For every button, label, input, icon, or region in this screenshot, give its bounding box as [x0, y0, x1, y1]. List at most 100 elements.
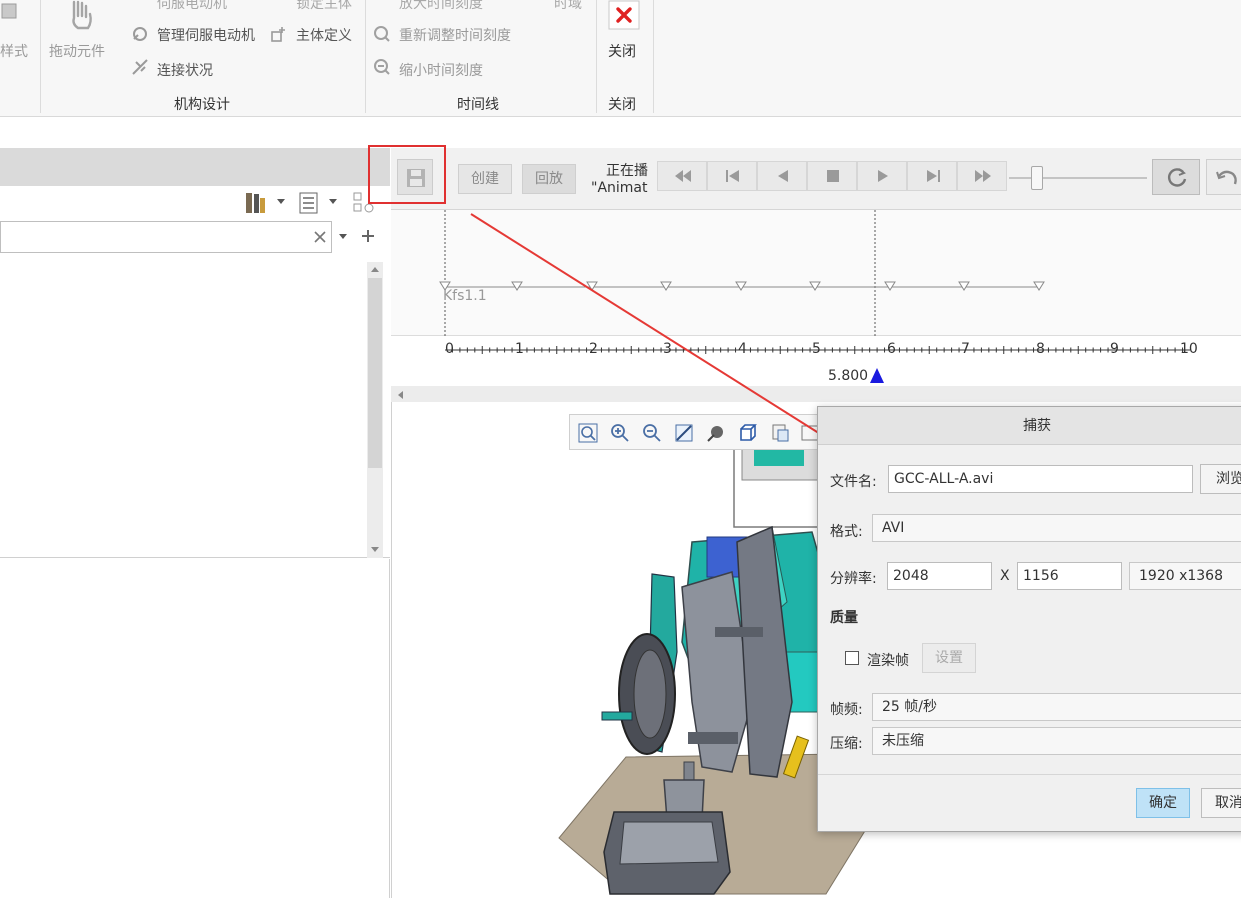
scroll-left-icon[interactable]	[396, 390, 404, 400]
compression-label: 压缩:	[830, 736, 863, 752]
zoom-in-icon[interactable]	[610, 423, 630, 443]
add-icon[interactable]	[360, 228, 376, 244]
scrollbar-thumb[interactable]	[368, 278, 382, 468]
step-start-button[interactable]	[707, 161, 757, 191]
step-start-icon	[726, 170, 739, 182]
body-definition-button[interactable]: 主体定义	[270, 24, 365, 46]
style-button[interactable]: 样式	[0, 0, 40, 90]
zoom-in-time-button[interactable]: 放大时间刻度	[373, 0, 513, 11]
tree-settings-icon[interactable]	[244, 191, 268, 215]
clear-icon[interactable]	[313, 230, 327, 244]
model-tree-search-input[interactable]	[0, 221, 332, 253]
status-line-1: 正在播	[606, 163, 648, 179]
style-label: 样式	[0, 44, 28, 60]
compression-select[interactable]: 未压缩	[872, 727, 1241, 755]
create-button[interactable]: 创建	[458, 164, 512, 194]
close-button[interactable]: 关闭	[603, 0, 645, 64]
style-icon	[1, 3, 17, 19]
ribbon: 样式 拖动元件 伺服电动机 管理伺服电动机 连接状况 锁定主体 主体定义 机构设…	[0, 0, 1241, 117]
ruler-label-9: 9	[1110, 341, 1119, 357]
close-icon	[608, 0, 640, 30]
chevron-down-icon[interactable]	[338, 233, 348, 241]
ruler-label-2: 2	[589, 341, 598, 357]
reverse-direction-button[interactable]	[1206, 159, 1241, 195]
connection-status-button[interactable]: 连接状况	[131, 57, 231, 79]
view-manager-icon[interactable]	[770, 423, 790, 443]
time-marker-icon[interactable]	[869, 367, 885, 385]
browse-button[interactable]: 浏览	[1200, 464, 1241, 494]
resolution-preset-select[interactable]: 1920 x1368	[1129, 562, 1241, 590]
manage-servo-motor-button[interactable]: 管理伺服电动机	[131, 24, 266, 46]
status-line-2: "Animat	[591, 180, 648, 196]
resolution-label: 分辨率:	[830, 571, 877, 587]
stop-icon	[827, 170, 839, 182]
animation-toolbar: 创建 回放 正在播 "Animat	[391, 148, 1241, 210]
connection-status-icon	[132, 59, 148, 75]
zoom-out-time-button[interactable]: 缩小时间刻度	[373, 57, 493, 79]
model-tree-header	[0, 148, 390, 186]
manage-servo-motor-label: 管理伺服电动机	[157, 28, 255, 44]
settings-button[interactable]: 设置	[922, 643, 976, 673]
timeline-group-label: 时间线	[457, 97, 499, 113]
step-end-button[interactable]	[907, 161, 957, 191]
fps-label: 帧频:	[830, 702, 863, 718]
readjust-time-button[interactable]: 重新调整时间刻度	[373, 24, 523, 46]
ruler-label-10: 10	[1180, 341, 1198, 357]
format-select[interactable]: AVI	[872, 514, 1241, 542]
readjust-time-label: 重新调整时间刻度	[399, 28, 511, 44]
saved-orientations-icon[interactable]	[738, 423, 758, 443]
filename-input[interactable]: GCC-ALL-A.avi	[888, 465, 1193, 493]
fps-select[interactable]: 25 帧/秒	[872, 693, 1241, 721]
render-frames-label: 渲染帧	[867, 653, 909, 669]
keyframe-sequence-label[interactable]: Kfs1.1	[443, 288, 487, 304]
chevron-down-icon[interactable]	[328, 198, 338, 206]
zoom-out-icon[interactable]	[642, 423, 662, 443]
rewind-button[interactable]	[657, 161, 707, 191]
group-separator	[365, 0, 366, 113]
show-list-icon[interactable]	[298, 191, 320, 215]
playback-button[interactable]: 回放	[522, 164, 576, 194]
fast-forward-button[interactable]	[957, 161, 1007, 191]
undo-icon	[1216, 170, 1237, 185]
close-group-label: 关闭	[608, 97, 636, 113]
drag-components-button[interactable]: 拖动元件	[44, 0, 116, 90]
scroll-down-icon[interactable]	[370, 546, 380, 554]
lock-body-button[interactable]: 锁定主体	[270, 0, 365, 11]
scroll-up-icon[interactable]	[370, 265, 380, 273]
drag-components-label: 拖动元件	[49, 44, 105, 60]
dialog-title: 捕获	[818, 407, 1241, 445]
readjust-time-icon	[374, 26, 390, 42]
timeline-track[interactable]: Kfs1.1	[391, 210, 1241, 336]
timeline-graph	[439, 210, 1045, 336]
model-tree-scrollbar[interactable]	[367, 262, 383, 558]
chevron-down-icon[interactable]	[276, 198, 286, 206]
width-input[interactable]: 2048	[887, 562, 992, 590]
stop-button[interactable]	[807, 161, 857, 191]
display-style-icon[interactable]	[706, 423, 726, 443]
ok-button[interactable]: 确定	[1136, 788, 1190, 818]
mechanism-design-group-label: 机构设计	[174, 97, 230, 113]
render-frames-checkbox[interactable]	[845, 651, 859, 665]
repeat-button[interactable]	[1152, 159, 1200, 195]
refit-icon[interactable]	[578, 423, 598, 443]
cancel-button[interactable]: 取消	[1201, 788, 1241, 818]
timeline-scrollbar[interactable]	[391, 386, 1241, 402]
play-reverse-icon	[778, 170, 788, 182]
height-input[interactable]: 1156	[1017, 562, 1122, 590]
time-ruler[interactable]: 0 1 2 3 4 5 6 7 8 9 10 5.800	[391, 336, 1241, 386]
model-tree-list[interactable]	[0, 256, 390, 558]
ruler-label-6: 6	[887, 341, 896, 357]
group-separator	[596, 0, 597, 113]
time-domain-button[interactable]: 时域	[528, 0, 588, 11]
play-reverse-button[interactable]	[757, 161, 807, 191]
play-icon	[878, 170, 888, 182]
repaint-icon[interactable]	[674, 423, 694, 443]
servo-motor-button[interactable]: 伺服电动机	[131, 0, 251, 11]
servo-motor-icon	[133, 27, 147, 41]
zoom-out-time-label: 缩小时间刻度	[399, 63, 483, 79]
speed-slider[interactable]	[1009, 166, 1147, 190]
play-button[interactable]	[857, 161, 907, 191]
ruler-label-4: 4	[738, 341, 747, 357]
slider-handle[interactable]	[1031, 166, 1043, 190]
format-label: 格式:	[830, 524, 863, 540]
